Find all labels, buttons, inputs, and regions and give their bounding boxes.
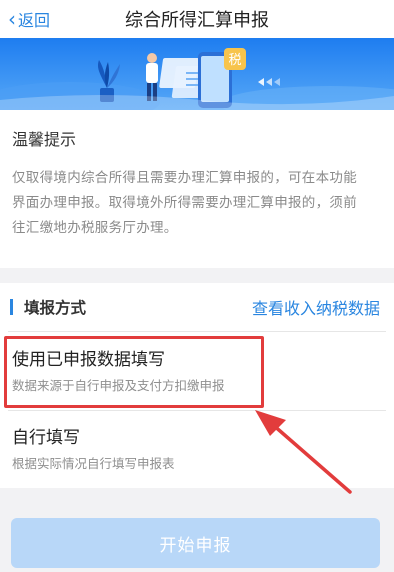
banner-illustration: 税 <box>0 38 394 110</box>
option-description: 根据实际情况自行填写申报表 <box>12 456 175 471</box>
start-declaration-button[interactable]: 开始申报 <box>11 518 380 568</box>
option-title: 自行填写 <box>12 428 80 448</box>
notice-body: 仅取得境内综合所得且需要办理汇算申报的，可在本功能 界面办理申报。取得境外所得需… <box>12 166 382 241</box>
notice-line: 界面办理申报。取得境外所得需要办理汇算申报的，须前 <box>12 195 357 211</box>
navbar: ‹ 返回 综合所得汇算申报 <box>0 0 394 38</box>
page-title: 综合所得汇算申报 <box>125 10 269 31</box>
option-self-fill[interactable]: 自行填写 根据实际情况自行填写申报表 <box>0 411 394 477</box>
view-income-tax-data-link[interactable]: 查看收入纳税数据 <box>252 295 380 319</box>
tax-tag-icon: 税 <box>224 48 246 70</box>
arrow-decoration <box>258 78 280 86</box>
notice-title: 温馨提示 <box>12 130 77 149</box>
highlight-box <box>4 336 264 408</box>
notice-line: 仅取得境内综合所得且需要办理汇算申报的，可在本功能 <box>12 170 357 186</box>
section-title: 填报方式 <box>24 299 87 317</box>
tax-office-illustration: 税 <box>0 48 394 110</box>
divider <box>8 331 386 332</box>
notice-panel: 温馨提示 仅取得境内综合所得且需要办理汇算申报的，可在本功能 界面办理申报。取得… <box>0 110 394 268</box>
section-header: 填报方式 查看收入纳税数据 <box>0 283 394 331</box>
notice-line: 往汇缴地办税服务厅办理。 <box>12 220 178 236</box>
section-accent-bar <box>10 299 13 315</box>
tax-char: 税 <box>228 53 241 68</box>
